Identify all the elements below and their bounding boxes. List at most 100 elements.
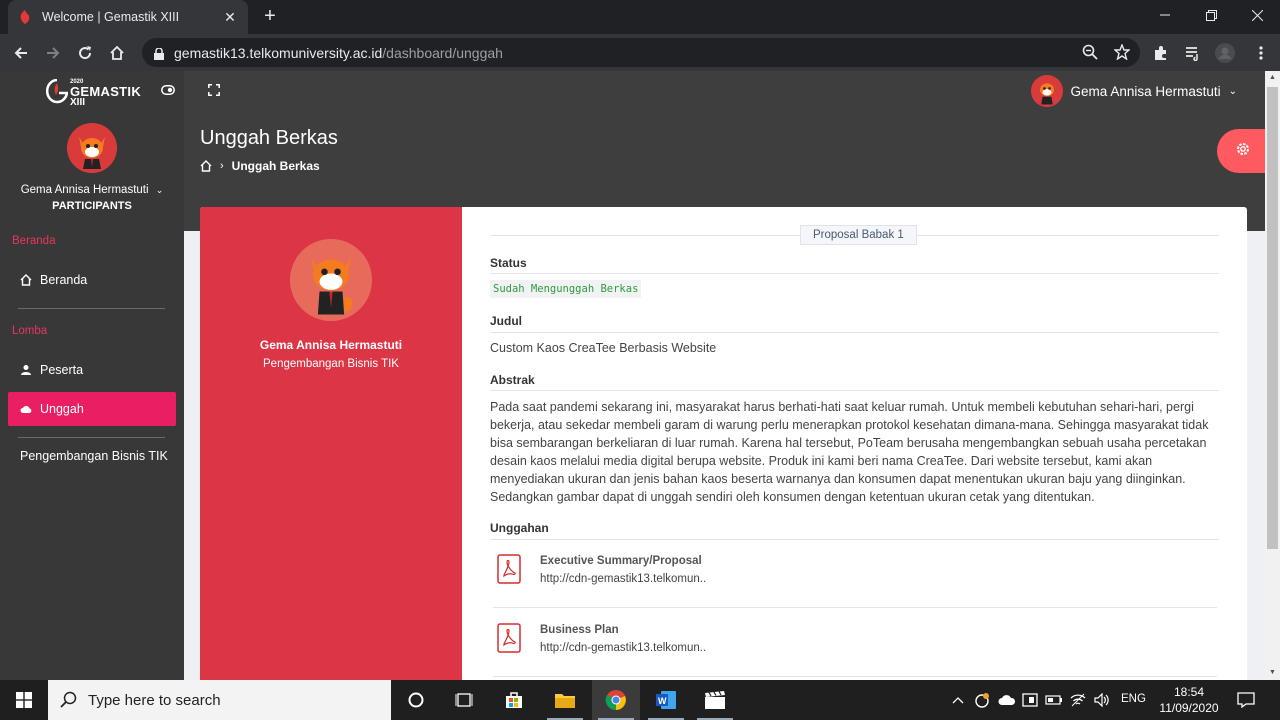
page: 2020 GEMASTIK XIII Gema Annisa Hermastut… (0, 71, 1265, 680)
wifi-icon[interactable] (1068, 690, 1088, 710)
profile-category: Pengembangan Bisnis TIK (263, 358, 399, 370)
windows-start-icon[interactable] (0, 680, 48, 720)
onedrive-icon[interactable] (997, 690, 1017, 710)
users-icon (20, 364, 32, 376)
breadcrumb-home-icon[interactable] (200, 160, 212, 172)
scrollbar-thumb[interactable] (1267, 87, 1278, 549)
bookmark-star-icon[interactable] (1112, 42, 1132, 62)
sidebar-item-peserta[interactable]: Peserta (8, 353, 176, 387)
home-icon[interactable] (104, 40, 130, 66)
abstrak-value: Pada saat pandemi sekarang ini, masyarak… (490, 400, 1209, 504)
sidebar-avatar (67, 123, 117, 173)
media-playlist-icon[interactable] (1182, 42, 1204, 64)
gemastik-logo-icon (46, 79, 68, 104)
task-view-icon[interactable] (440, 680, 488, 720)
tab-close-icon[interactable]: ✕ (222, 9, 238, 25)
chrome-taskbar-icon[interactable] (592, 680, 640, 720)
url-host: gemastik13.telkomuniversity.ac.id (174, 44, 383, 61)
browser-toolbar: gemastik13.telkomuniversity.ac.id/dashbo… (0, 34, 1280, 71)
chevron-up-icon[interactable] (948, 690, 968, 710)
restore-icon[interactable] (1188, 0, 1234, 30)
windows-taskbar: Type here to search W ENG 18:54 11/09/20… (0, 680, 1280, 720)
file-url-link[interactable]: http://cdn-gemastik13.telkomun.. (540, 573, 706, 585)
gemastik-logo[interactable]: 2020 GEMASTIK XIII (46, 77, 141, 109)
browser-tab[interactable]: Welcome | Gemastik XIII ✕ (8, 0, 248, 34)
file-url-link[interactable]: http://cdn-gemastik13.telkomun.. (540, 642, 706, 654)
judul-label: Judul (490, 314, 522, 328)
divider (490, 539, 1219, 540)
forward-icon[interactable] (40, 40, 66, 66)
volume-icon[interactable] (1092, 690, 1112, 710)
card-detail-panel: Proposal Babak 1 Status Sudah Mengunggah… (462, 207, 1247, 680)
topbar-user-menu[interactable]: Gema Annisa Hermastuti ⌄ (1030, 75, 1237, 107)
notifications-icon[interactable] (1236, 690, 1256, 710)
word-icon[interactable]: W (642, 680, 690, 720)
chevron-down-icon: ⌄ (1228, 85, 1237, 97)
scroll-down-icon[interactable]: ▼ (1265, 666, 1280, 680)
profile-avatar (290, 239, 372, 321)
status-label: Status (490, 256, 527, 270)
menu-dots-icon[interactable] (1250, 42, 1272, 64)
fullscreen-icon[interactable] (206, 82, 222, 98)
chevron-right-icon: › (220, 160, 224, 172)
sidebar-divider (18, 437, 165, 438)
file-explorer-icon[interactable] (541, 680, 589, 720)
back-icon[interactable] (8, 40, 34, 66)
minimize-icon[interactable] (1142, 0, 1188, 30)
browser-tab-bar: Welcome | Gemastik XIII ✕ + (0, 0, 1280, 34)
address-bar[interactable]: gemastik13.telkomuniversity.ac.id/dashbo… (142, 38, 1140, 67)
uploads-label: Unggahan (490, 521, 549, 535)
abstrak-label: Abstrak (490, 373, 535, 387)
sidebar-item-unggah[interactable]: Unggah (8, 392, 176, 426)
clock[interactable]: 18:54 11/09/2020 (1156, 684, 1222, 716)
home-icon (20, 274, 32, 286)
list-item[interactable]: Executive Summary/Proposal http://cdn-ge… (493, 542, 1217, 602)
search-placeholder: Type here to search (88, 691, 221, 709)
app-tray-icon[interactable] (972, 690, 992, 710)
settings-button[interactable] (1217, 129, 1265, 173)
cortana-icon[interactable] (392, 680, 440, 720)
page-title: Unggah Berkas (200, 127, 338, 149)
sidebar-category: Pengembangan Bisnis TIK (20, 449, 168, 463)
url-path: /dashboard/unggah (382, 44, 503, 61)
profile-icon[interactable] (1214, 42, 1236, 64)
battery-icon[interactable] (1044, 690, 1064, 710)
sidebar-item-beranda[interactable]: Beranda (8, 263, 176, 297)
taskbar-search-input[interactable]: Type here to search (48, 680, 391, 720)
list-item[interactable]: Business Plan http://cdn-gemastik13.telk… (493, 611, 1217, 671)
upload-card: Gema Annisa Hermastuti Pengembangan Bisn… (200, 207, 1247, 680)
sidebar-user-name[interactable]: Gema Annisa Hermastuti ⌄ (0, 184, 184, 196)
new-tab-icon[interactable]: + (258, 4, 282, 28)
video-editor-icon[interactable] (691, 680, 739, 720)
zoom-icon[interactable] (1080, 42, 1100, 62)
sidebar-item-label: Beranda (40, 273, 88, 287)
file-name: Executive Summary/Proposal (540, 555, 702, 567)
extensions-icon[interactable] (1150, 42, 1172, 64)
sidebar-toggle-icon[interactable] (160, 82, 176, 98)
clock-time: 18:54 (1173, 685, 1205, 699)
scroll-up-icon[interactable]: ▲ (1265, 71, 1280, 85)
device-tray-icon[interactable] (1020, 690, 1040, 710)
store-icon[interactable] (490, 680, 538, 720)
divider (490, 390, 1219, 391)
gear-icon (1235, 141, 1251, 162)
topbar-user-name: Gema Annisa Hermastuti (1070, 83, 1221, 99)
breadcrumb-current: Unggah Berkas (231, 159, 320, 173)
avatar (1030, 75, 1063, 107)
language-indicator[interactable]: ENG (1121, 693, 1146, 705)
close-window-icon[interactable] (1234, 0, 1280, 30)
card-profile-panel: Gema Annisa Hermastuti Pengembangan Bisn… (200, 207, 462, 680)
clock-date: 11/09/2020 (1159, 701, 1219, 715)
logo-edition: XIII (70, 97, 86, 108)
round-badge: Proposal Babak 1 (800, 225, 917, 245)
sidebar-item-label: Unggah (40, 402, 84, 416)
lock-icon (154, 46, 164, 60)
divider (493, 607, 1217, 608)
breadcrumb: › Unggah Berkas (200, 159, 320, 173)
sidebar-section-lomba: Lomba (12, 325, 48, 337)
pdf-file-icon (497, 554, 521, 584)
sidebar-item-label: Peserta (40, 363, 84, 377)
file-name: Business Plan (540, 624, 619, 636)
reload-icon[interactable] (72, 40, 98, 66)
page-scrollbar[interactable]: ▲ ▼ (1265, 71, 1280, 680)
